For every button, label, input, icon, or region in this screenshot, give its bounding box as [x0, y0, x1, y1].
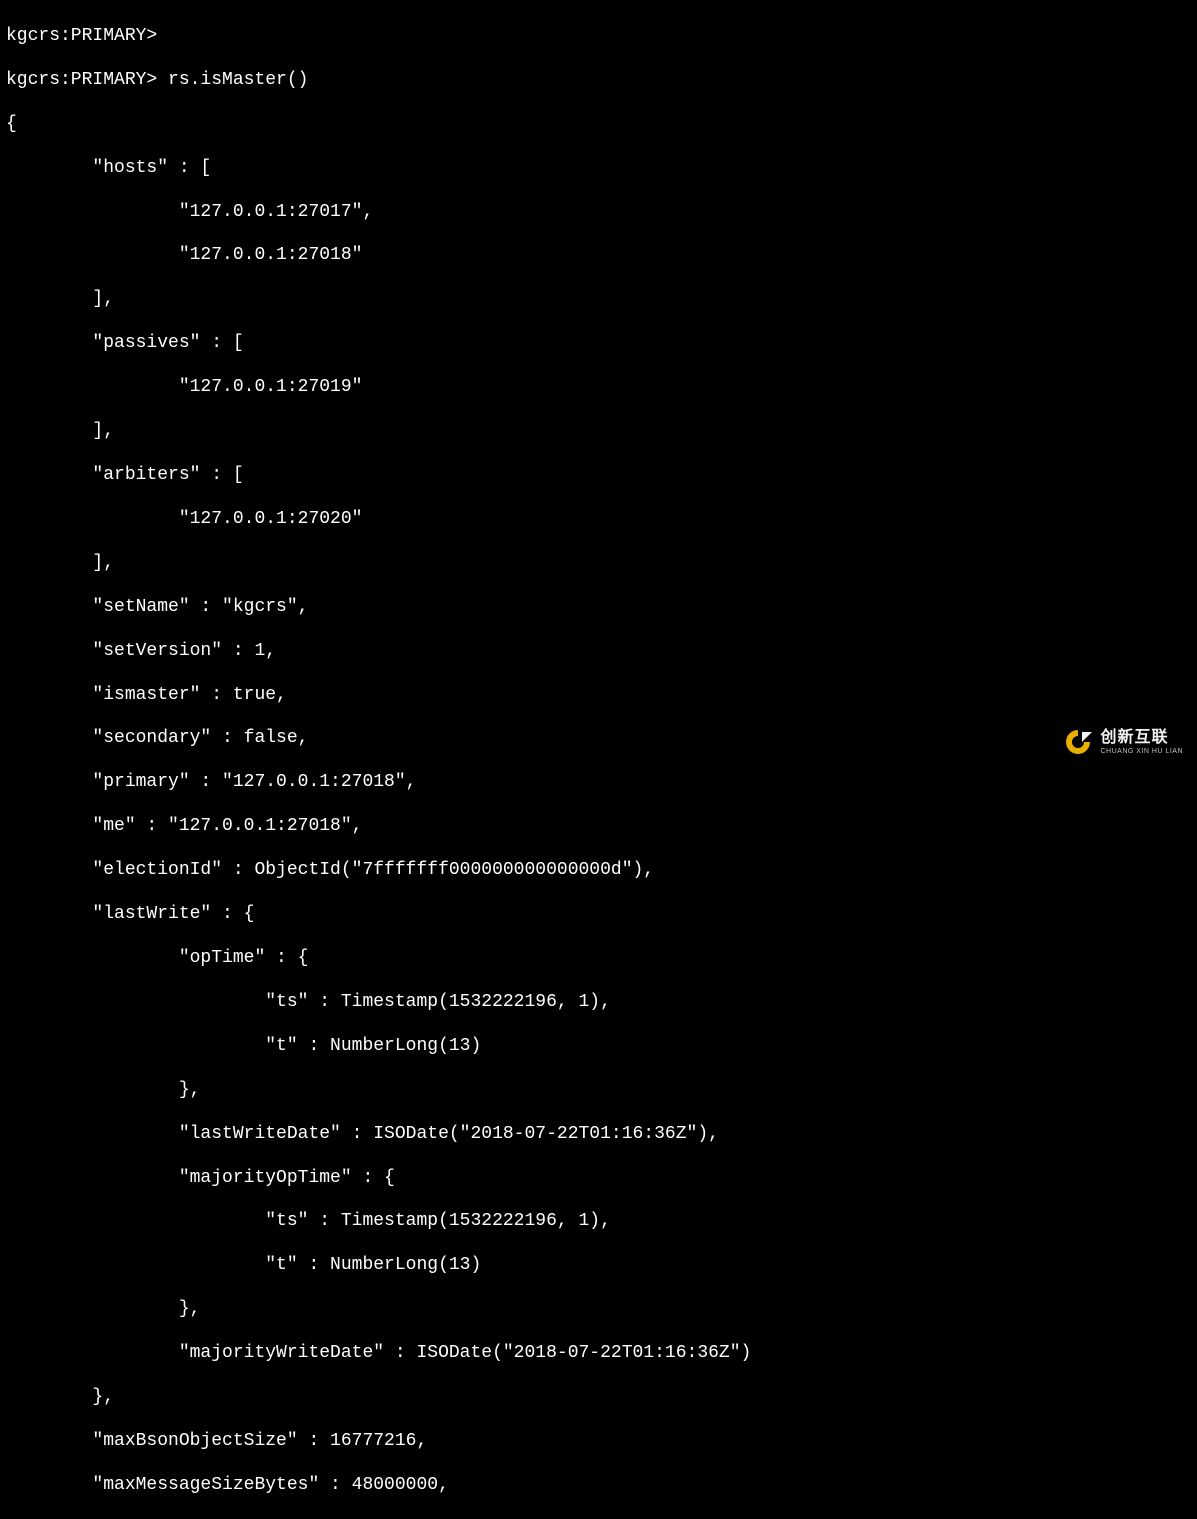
terminal-line: "maxMessageSizeBytes" : 48000000,: [6, 1475, 1191, 1497]
terminal-line: {: [6, 114, 1191, 136]
terminal-line: "127.0.0.1:27019": [6, 377, 1191, 399]
terminal-line: "me" : "127.0.0.1:27018",: [6, 816, 1191, 838]
terminal-line: "hosts" : [: [6, 158, 1191, 180]
terminal-line: "secondary" : false,: [6, 728, 1191, 750]
terminal-line: "arbiters" : [: [6, 465, 1191, 487]
logo-en: CHUANG XIN HU LIAN: [1100, 748, 1183, 755]
terminal-line: "lastWriteDate" : ISODate("2018-07-22T01…: [6, 1124, 1191, 1146]
terminal-line: kgcrs:PRIMARY> rs.isMaster(): [6, 70, 1191, 92]
logo-cn: 创新互联: [1100, 730, 1183, 746]
watermark-logo: 创新互联 CHUANG XIN HU LIAN: [1062, 726, 1183, 758]
terminal-line: "t" : NumberLong(13): [6, 1036, 1191, 1058]
terminal-line: "ismaster" : true,: [6, 685, 1191, 707]
terminal-line: "ts" : Timestamp(1532222196, 1),: [6, 1211, 1191, 1233]
terminal-line: "majorityWriteDate" : ISODate("2018-07-2…: [6, 1343, 1191, 1365]
terminal-line: ],: [6, 289, 1191, 311]
terminal-line: "127.0.0.1:27017",: [6, 202, 1191, 224]
terminal-line: },: [6, 1299, 1191, 1321]
terminal-line: },: [6, 1387, 1191, 1409]
terminal-line: "127.0.0.1:27020": [6, 509, 1191, 531]
terminal-line: },: [6, 1080, 1191, 1102]
logo-icon: [1062, 726, 1094, 758]
terminal-output[interactable]: kgcrs:PRIMARY> kgcrs:PRIMARY> rs.isMaste…: [6, 4, 1191, 1519]
terminal-line: "t" : NumberLong(13): [6, 1255, 1191, 1277]
terminal-line: "passives" : [: [6, 333, 1191, 355]
terminal-line: "ts" : Timestamp(1532222196, 1),: [6, 992, 1191, 1014]
terminal-line: "127.0.0.1:27018": [6, 245, 1191, 267]
terminal-line: "setVersion" : 1,: [6, 641, 1191, 663]
terminal-line: "opTime" : {: [6, 948, 1191, 970]
logo-text: 创新互联 CHUANG XIN HU LIAN: [1100, 730, 1183, 755]
terminal-line: "setName" : "kgcrs",: [6, 597, 1191, 619]
terminal-line: "majorityOpTime" : {: [6, 1168, 1191, 1190]
terminal-line: "primary" : "127.0.0.1:27018",: [6, 772, 1191, 794]
terminal-line: "electionId" : ObjectId("7fffffff0000000…: [6, 860, 1191, 882]
terminal-line: ],: [6, 421, 1191, 443]
terminal-line: kgcrs:PRIMARY>: [6, 26, 1191, 48]
terminal-line: ],: [6, 553, 1191, 575]
terminal-line: "lastWrite" : {: [6, 904, 1191, 926]
terminal-line: "maxBsonObjectSize" : 16777216,: [6, 1431, 1191, 1453]
